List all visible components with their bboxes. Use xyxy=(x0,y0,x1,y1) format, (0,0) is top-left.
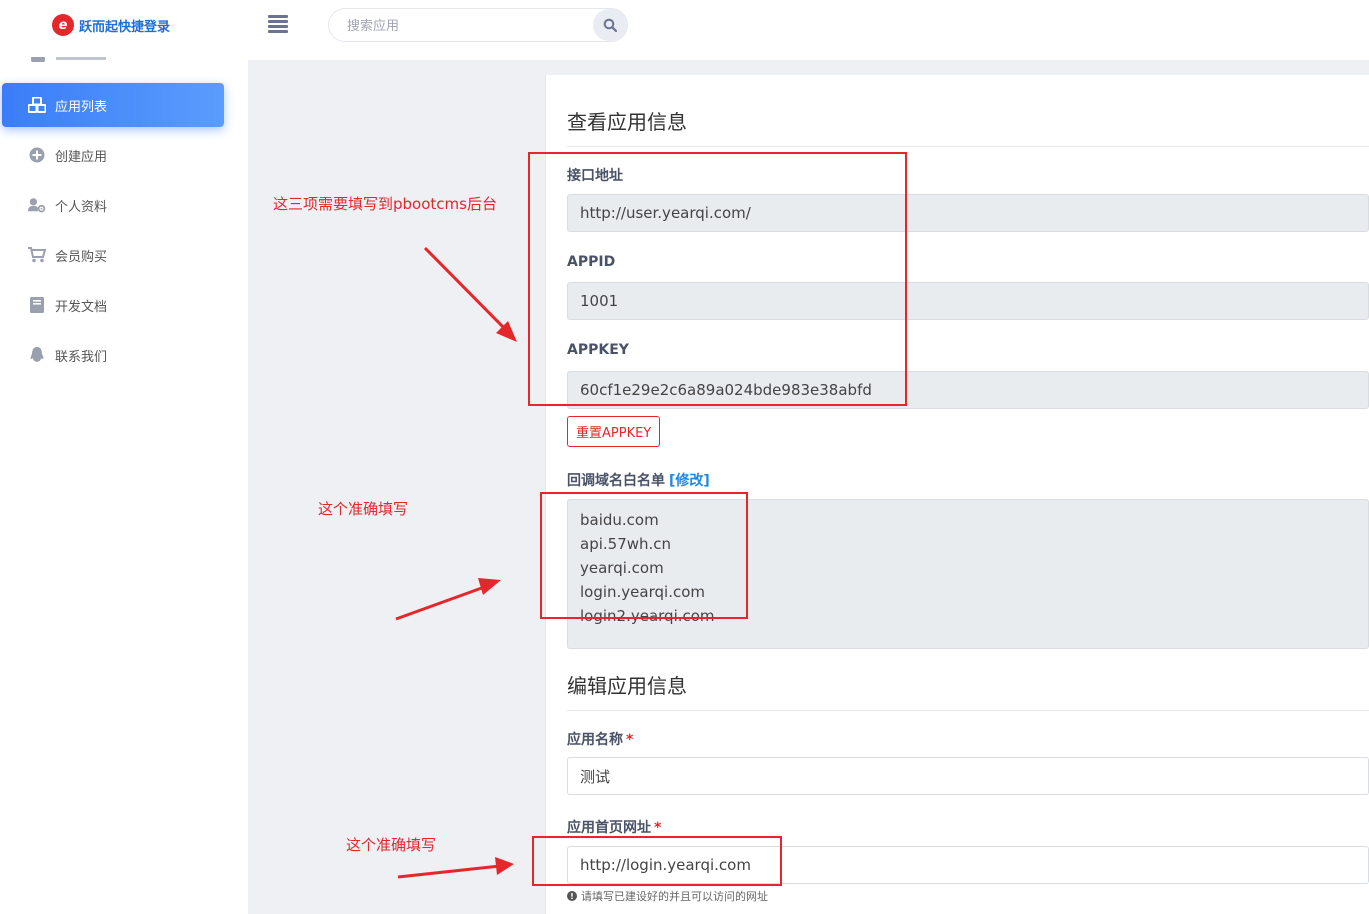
homepage-help-text: ! 请填写已建设好的并且可以访问的网址 xyxy=(567,888,768,904)
app-title: 跃而起快捷登录 xyxy=(79,19,171,35)
sidebar: 应用列表 创建应用 个人资料 会员购买 开发文档 联系我们 xyxy=(0,52,248,914)
top-bar: e 跃而起快捷登录 xyxy=(0,0,1369,60)
app-name-label-text: 应用名称 xyxy=(567,732,623,748)
sidebar-item-label: 个人资料 xyxy=(55,199,108,215)
whitelist-edit-link[interactable]: [修改] xyxy=(669,473,710,489)
whitelist-label-text: 回调域名白名单 xyxy=(567,473,665,489)
homepage-help-label: 请填写已建设好的并且可以访问的网址 xyxy=(581,890,768,903)
book-icon xyxy=(28,296,46,314)
logo-icon: e xyxy=(52,14,74,36)
homepage-label-text: 应用首页网址 xyxy=(567,820,651,836)
annotation-note-homepage: 这个准确填写 xyxy=(346,836,437,854)
app-name-value: 测试 xyxy=(580,767,611,786)
view-section-title: 查看应用信息 xyxy=(567,110,687,134)
required-mark: * xyxy=(654,820,662,836)
plus-circle-icon xyxy=(28,146,46,164)
search-button[interactable] xyxy=(593,9,627,41)
sidebar-item-app-list[interactable]: 应用列表 xyxy=(2,83,224,127)
sidebar-item-contact[interactable]: 联系我们 xyxy=(2,333,224,377)
search-input[interactable] xyxy=(347,9,577,41)
reset-appkey-button[interactable]: 重置APPKEY xyxy=(567,416,661,447)
edit-section-title: 编辑应用信息 xyxy=(567,674,687,698)
sidebar-item-dev-docs[interactable]: 开发文档 xyxy=(2,283,224,327)
divider xyxy=(567,710,1369,711)
sidebar-item-membership[interactable]: 会员购买 xyxy=(2,233,224,277)
sidebar-item-label: 创建应用 xyxy=(55,149,108,165)
cubes-icon xyxy=(28,96,46,114)
sidebar-item-label: 联系我们 xyxy=(55,349,108,365)
cart-icon xyxy=(28,246,46,264)
required-mark: * xyxy=(626,732,634,748)
sidebar-item-label: 开发文档 xyxy=(55,299,108,315)
annotation-box-homepage xyxy=(532,836,782,886)
annotation-note-whitelist: 这个准确填写 xyxy=(318,500,409,518)
app-logo[interactable]: e 跃而起快捷登录 xyxy=(52,14,170,36)
qq-icon xyxy=(28,346,46,364)
info-icon: ! xyxy=(567,891,577,901)
divider xyxy=(567,146,1369,147)
sidebar-item-label: 应用列表 xyxy=(55,99,108,115)
search-icon xyxy=(603,18,617,32)
app-name-label: 应用名称 * xyxy=(567,729,633,749)
app-name-input[interactable]: 测试 xyxy=(567,757,1369,795)
homepage-label: 应用首页网址 * xyxy=(567,817,661,837)
annotation-note-top: 这三项需要填写到pbootcms后台 xyxy=(273,195,497,213)
annotation-box-whitelist xyxy=(540,492,748,619)
whitelist-label: 回调域名白名单 [修改] xyxy=(567,470,710,490)
sidebar-cut-off-item xyxy=(30,52,110,62)
sidebar-item-label: 会员购买 xyxy=(55,249,108,265)
user-cog-icon xyxy=(28,196,46,214)
sidebar-item-create-app[interactable]: 创建应用 xyxy=(2,133,224,177)
annotation-box-credentials xyxy=(528,152,907,406)
search-box xyxy=(328,8,628,42)
sidebar-item-profile[interactable]: 个人资料 xyxy=(2,183,224,227)
menu-toggle-icon[interactable] xyxy=(268,15,288,33)
